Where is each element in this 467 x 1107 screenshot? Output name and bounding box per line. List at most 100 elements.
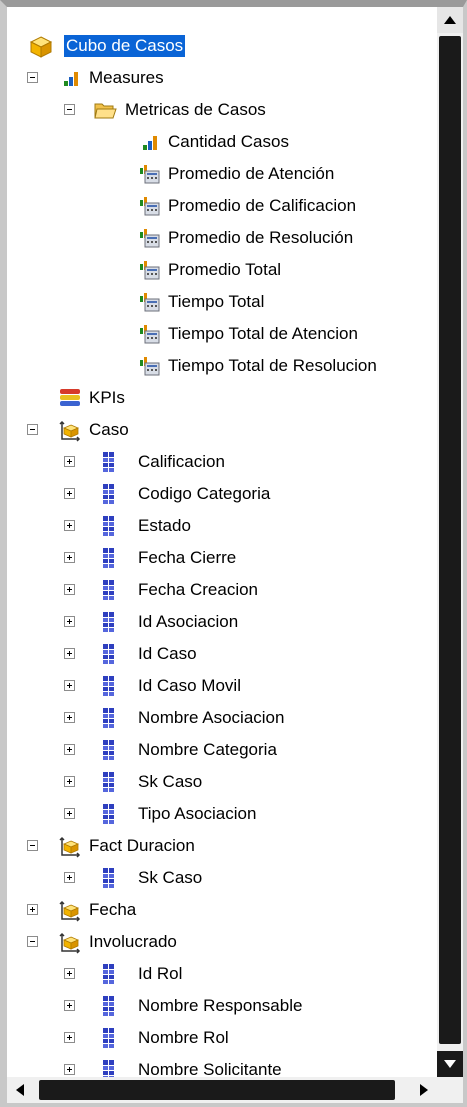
attribute-label: Id Rol [138,964,183,983]
attribute-icon [98,1059,120,1077]
expand-icon[interactable] [64,744,75,755]
expand-icon[interactable] [27,904,38,915]
tree-node-attribute[interactable]: Id Caso Movil [7,671,437,701]
tree-node-measures[interactable]: Measures [7,63,437,93]
expand-icon[interactable] [64,520,75,531]
collapse-icon[interactable] [27,72,38,83]
tree-node-attribute[interactable]: Nombre Asociacion [7,703,437,733]
cube-label[interactable]: Cubo de Casos [64,35,186,57]
tree-node-attribute[interactable]: Sk Caso [7,863,437,893]
tree-node-calculated-measure[interactable]: Promedio de Resolución [7,223,437,253]
attribute-label: Fecha Creacion [138,580,259,599]
attribute-label: Id Caso [138,644,197,663]
measure-label: Cantidad Casos [168,132,289,151]
attribute-icon [98,451,120,473]
tree-node-calculated-measure[interactable]: Promedio de Atención [7,159,437,189]
tree-node-dimension-fecha[interactable]: Fecha [7,895,437,925]
expand-icon[interactable] [64,552,75,563]
folder-open-icon [93,99,117,121]
tree-node-calculated-measure[interactable]: Tiempo Total de Atencion [7,319,437,349]
expand-icon[interactable] [64,456,75,467]
dimension-icon [58,931,81,954]
tree-node-attribute[interactable]: Nombre Solicitante [7,1055,437,1077]
tree-node-dimension-involucrado[interactable]: Involucrado [7,927,437,957]
tree-node-attribute[interactable]: Calificacion [7,447,437,477]
expand-icon[interactable] [64,1064,75,1075]
scroll-down-button[interactable] [437,1051,463,1077]
tree-node-attribute[interactable]: Sk Caso [7,767,437,797]
calculated-measure-icon [139,195,161,217]
attribute-label: Sk Caso [138,772,203,791]
attribute-label: Sk Caso [138,868,203,887]
expand-icon[interactable] [64,488,75,499]
attribute-icon [98,483,120,505]
expand-icon[interactable] [64,1000,75,1011]
scroll-left-button[interactable] [7,1077,33,1103]
tree-node-calculated-measure[interactable]: Promedio Total [7,255,437,285]
expand-icon[interactable] [64,872,75,883]
collapse-icon[interactable] [27,424,38,435]
measure-label: Tiempo Total de Atencion [168,324,358,343]
tree-node-attribute[interactable]: Id Rol [7,959,437,989]
expand-icon[interactable] [64,616,75,627]
tree-node-attribute[interactable]: Codigo Categoria [7,479,437,509]
attribute-label: Nombre Solicitante [138,1060,282,1077]
measure-label: Tiempo Total [168,292,265,311]
arrow-left-icon [16,1084,24,1096]
attribute-icon [98,547,120,569]
tree-node-attribute[interactable]: Tipo Asociacion [7,799,437,829]
expand-icon[interactable] [64,680,75,691]
attribute-label: Nombre Asociacion [138,708,285,727]
tree-node-attribute[interactable]: Nombre Responsable [7,991,437,1021]
tree-node-attribute[interactable]: Fecha Cierre [7,543,437,573]
dimension-label: Fecha [89,900,137,919]
collapse-icon[interactable] [27,840,38,851]
kpi-icon [58,387,80,409]
vertical-scroll-thumb[interactable] [439,36,461,1044]
attribute-label: Tipo Asociacion [138,804,257,823]
scroll-right-button[interactable] [411,1077,437,1103]
tree-node-calculated-measure[interactable]: Tiempo Total [7,287,437,317]
calculated-measure-icon [139,227,161,249]
tree-node-attribute[interactable]: Nombre Categoria [7,735,437,765]
horizontal-scroll-thumb[interactable] [39,1080,395,1100]
tree-node-attribute[interactable]: Estado [7,511,437,541]
attribute-label: Estado [138,516,191,535]
tree-node-cube[interactable]: Cubo de Casos [7,31,437,61]
attribute-icon [98,675,120,697]
tree-node-dimension-caso[interactable]: Caso [7,415,437,445]
tree-node-attribute[interactable]: Nombre Rol [7,1023,437,1053]
expand-icon[interactable] [64,1032,75,1043]
attribute-icon [98,771,120,793]
attribute-icon [98,1027,120,1049]
tree-node-attribute[interactable]: Id Asociacion [7,607,437,637]
tree-node-calculated-measure[interactable]: Tiempo Total de Resolucion [7,351,437,381]
vertical-scrollbar[interactable] [437,7,463,1077]
arrow-up-icon [444,16,456,24]
collapse-icon[interactable] [27,936,38,947]
calculated-measure-icon [139,163,161,185]
expand-icon[interactable] [64,808,75,819]
attribute-icon [98,867,120,889]
calculated-measure-icon [139,323,161,345]
tree-node-measure[interactable]: Cantidad Casos [7,127,437,157]
tree-node-measure-group[interactable]: Metricas de Casos [7,95,437,125]
tree-node-attribute[interactable]: Fecha Creacion [7,575,437,605]
expand-icon[interactable] [64,584,75,595]
tree-node-dimension-fact-duracion[interactable]: Fact Duracion [7,831,437,861]
attribute-icon [98,707,120,729]
measure-label: Promedio Total [168,260,282,279]
tree-node-kpis[interactable]: KPIs [7,383,437,413]
expand-icon[interactable] [64,648,75,659]
scroll-up-button[interactable] [437,7,463,33]
attribute-label: Codigo Categoria [138,484,271,503]
expand-icon[interactable] [64,968,75,979]
calculated-measure-icon [139,259,161,281]
collapse-icon[interactable] [64,104,75,115]
expand-icon[interactable] [64,776,75,787]
tree-node-calculated-measure[interactable]: Promedio de Calificacion [7,191,437,221]
expand-icon[interactable] [64,712,75,723]
cube-tree[interactable]: Cubo de Casos Measures Metricas de Casos [7,7,437,1077]
horizontal-scrollbar[interactable] [7,1077,437,1103]
tree-node-attribute[interactable]: Id Caso [7,639,437,669]
